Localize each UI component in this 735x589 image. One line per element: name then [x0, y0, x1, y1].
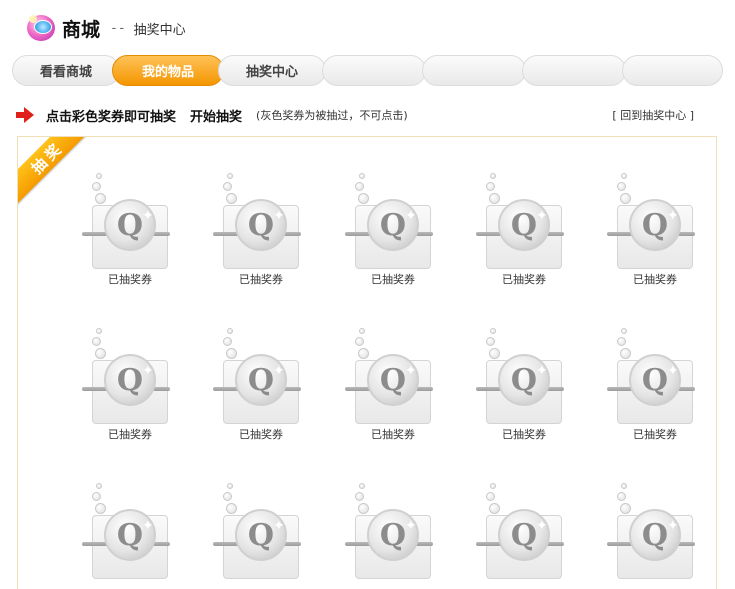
page-subtitle: 抽奖中心: [133, 22, 186, 38]
tab-my-items[interactable]: 我的物品: [112, 55, 224, 86]
q-coin-icon: Q: [247, 517, 275, 553]
instruction-text: 点击彩色奖券即可抽奖: [46, 109, 177, 125]
coupon-label: 已抽奖券: [633, 428, 677, 441]
tab-mall[interactable]: 看看商城: [12, 55, 120, 86]
sparkle-icon: ✦: [142, 208, 154, 224]
tab-empty-3: [522, 55, 626, 86]
q-coin-icon: Q: [379, 362, 407, 398]
sparkle-icon: ✦: [405, 363, 417, 379]
tab-empty-2: [422, 55, 526, 86]
sparkle-icon: ✦: [273, 363, 285, 379]
used-coupon: Q ✦: [607, 481, 716, 589]
coupon-label: 已抽奖券: [502, 428, 546, 441]
tab-lottery-center[interactable]: 抽奖中心: [218, 55, 326, 86]
q-coin-icon: Q: [247, 207, 275, 243]
coupon-label: 已抽奖券: [108, 428, 152, 441]
used-coupon: Q ✦ 已抽奖券: [345, 171, 455, 301]
sparkle-icon: ✦: [536, 518, 548, 534]
coupon-panel: 抽奖 Q ✦ 已抽奖券 Q ✦ 已抽奖券 Q ✦ 已抽奖券 Q ✦ 已抽奖券 Q ✦ 已抽奖券 Q ✦ 已抽奖券 Q…: [17, 136, 717, 589]
sparkle-icon: ✦: [273, 518, 285, 534]
sparkle-icon: ✦: [667, 518, 679, 534]
used-coupon: Q ✦ 已抽奖券: [213, 326, 323, 456]
page-header: 商城 -- 抽奖中心: [26, 12, 186, 44]
q-coin-icon: Q: [116, 362, 144, 398]
start-lottery-label: 开始抽奖: [190, 109, 243, 125]
used-coupon: Q ✦ 已抽奖券: [607, 171, 716, 301]
coupon-label: 已抽奖券: [239, 428, 283, 441]
used-coupon: Q ✦: [213, 481, 323, 589]
q-coin-icon: Q: [641, 362, 669, 398]
tab-empty-4: [622, 55, 723, 86]
used-coupon: Q ✦ 已抽奖券: [476, 326, 586, 456]
used-coupon: Q ✦: [345, 481, 455, 589]
q-coin-icon: Q: [510, 517, 538, 553]
title-separator: --: [110, 20, 126, 36]
q-coin-icon: Q: [641, 207, 669, 243]
used-coupon: Q ✦ 已抽奖券: [82, 326, 192, 456]
used-coupon: Q ✦ 已抽奖券: [82, 171, 192, 301]
sparkle-icon: ✦: [405, 518, 417, 534]
q-coin-icon: Q: [116, 517, 144, 553]
coupon-label: 已抽奖券: [633, 273, 677, 286]
q-coin-icon: Q: [247, 362, 275, 398]
coupon-label: 已抽奖券: [239, 273, 283, 286]
coupon-label: 已抽奖券: [371, 273, 415, 286]
q-coin-icon: Q: [116, 207, 144, 243]
page-title: 商城: [62, 18, 101, 41]
instruction-note: (灰色奖券为被抽过，不可点击): [256, 109, 408, 122]
sparkle-icon: ✦: [536, 208, 548, 224]
q-coin-icon: Q: [379, 517, 407, 553]
tab-empty-1: [322, 55, 426, 86]
coupon-grid: Q ✦ 已抽奖券 Q ✦ 已抽奖券 Q ✦ 已抽奖券 Q ✦ 已抽奖券 Q ✦ 已抽奖券 Q ✦ 已抽奖券 Q ✦ 已抽…: [18, 137, 716, 589]
used-coupon: Q ✦ 已抽奖券: [607, 326, 716, 456]
used-coupon: Q ✦ 已抽奖券: [213, 171, 323, 301]
back-to-lottery-link[interactable]: [ 回到抽奖中心 ]: [612, 107, 694, 123]
sparkle-icon: ✦: [667, 363, 679, 379]
sparkle-icon: ✦: [536, 363, 548, 379]
sparkle-icon: ✦: [142, 363, 154, 379]
arrow-right-icon: [16, 107, 34, 123]
sparkle-icon: ✦: [142, 518, 154, 534]
q-coin-icon: Q: [510, 207, 538, 243]
tab-bar: 看看商城 我的物品 抽奖中心: [12, 55, 723, 86]
coupon-label: 已抽奖券: [108, 273, 152, 286]
coupon-label: 已抽奖券: [371, 428, 415, 441]
q-coin-icon: Q: [379, 207, 407, 243]
q-coin-icon: Q: [510, 362, 538, 398]
instruction-row: 点击彩色奖券即可抽奖 开始抽奖 (灰色奖券为被抽过，不可点击) [ 回到抽奖中心…: [16, 104, 722, 126]
used-coupon: Q ✦: [476, 481, 586, 589]
q-coin-icon: Q: [641, 517, 669, 553]
used-coupon: Q ✦ 已抽奖券: [476, 171, 586, 301]
sparkle-icon: ✦: [405, 208, 417, 224]
sparkle-icon: ✦: [273, 208, 285, 224]
mall-logo-icon: [26, 13, 56, 43]
coupon-label: 已抽奖券: [502, 273, 546, 286]
sparkle-icon: ✦: [667, 208, 679, 224]
used-coupon: Q ✦ 已抽奖券: [345, 326, 455, 456]
used-coupon: Q ✦: [82, 481, 192, 589]
